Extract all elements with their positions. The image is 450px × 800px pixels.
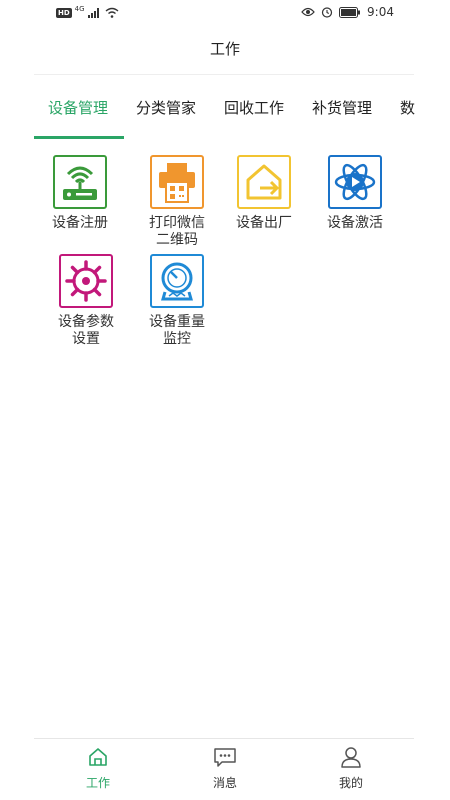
device-register-item[interactable]: 设备注册: [35, 155, 125, 232]
tab-bar: 设备管理 分类管家 回收工作 补货管理 数: [34, 88, 416, 140]
status-right: 9:04: [301, 5, 394, 19]
bottom-nav-work-label: 工作: [85, 776, 110, 790]
device-factory-exit-item[interactable]: 设备出厂: [219, 155, 309, 232]
device-register-label: 设备注册: [52, 215, 108, 231]
tab-device-management[interactable]: 设备管理: [48, 88, 108, 138]
bottom-nav-profile-label: 我的: [338, 776, 363, 790]
home-icon: [89, 748, 107, 766]
print-qrcode-label: 打印微信 二维码: [149, 215, 205, 248]
device-params-label: 设备参数 设置: [58, 314, 114, 347]
bottom-nav-messages-label: 消息: [212, 776, 237, 790]
tab-restock-management[interactable]: 补货管理: [312, 88, 372, 138]
device-params-item[interactable]: 设备参数 设置: [41, 254, 131, 348]
hd-badge: HD: [56, 7, 72, 18]
atom-play-icon: [328, 155, 382, 209]
page-title: 工作: [209, 40, 240, 58]
device-weight-monitor-item[interactable]: 设备重量 监控: [132, 254, 222, 348]
device-activate-item[interactable]: 设备激活: [310, 155, 400, 232]
printer-icon: [150, 155, 204, 209]
status-left: HD 4G: [56, 4, 119, 18]
device-activate-label: 设备激活: [327, 215, 383, 231]
tab-recycling-work[interactable]: 回收工作: [224, 88, 284, 138]
tab-data-partial[interactable]: 数: [400, 88, 415, 138]
header-divider: [34, 74, 414, 75]
user-icon: [341, 747, 361, 768]
tab-sorting-manager[interactable]: 分类管家: [136, 88, 196, 138]
gear-icon: [59, 254, 113, 308]
battery-icon: [339, 6, 361, 18]
eye-icon: [301, 7, 315, 17]
alarm-icon: [321, 7, 333, 18]
tab-active-indicator: [34, 136, 124, 139]
message-icon: [214, 748, 236, 767]
scale-icon: [150, 254, 204, 308]
device-weight-monitor-label: 设备重量 监控: [149, 314, 205, 347]
device-factory-exit-label: 设备出厂: [236, 215, 292, 231]
clock-time: 9:04: [367, 5, 394, 19]
wifi-icon: [105, 7, 119, 18]
house-exit-icon: [237, 155, 291, 209]
status-bar: HD 4G 9:04: [0, 0, 450, 28]
bottom-nav-work[interactable]: 工作: [58, 746, 138, 791]
router-icon: [53, 155, 107, 209]
print-qrcode-item[interactable]: 打印微信 二维码: [132, 155, 222, 249]
signal-icon: [87, 8, 99, 18]
bottom-nav-messages[interactable]: 消息: [185, 746, 265, 791]
bottom-nav-profile[interactable]: 我的: [311, 746, 391, 791]
bottom-nav-divider: [34, 738, 414, 739]
network-label: 4G: [74, 4, 85, 13]
